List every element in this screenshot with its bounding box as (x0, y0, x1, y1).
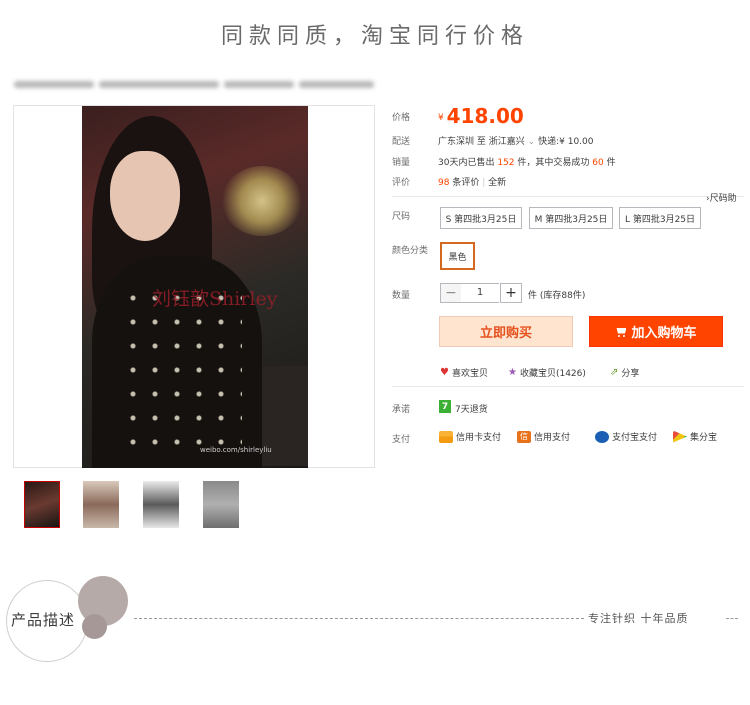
ship-to-sep: 至 (476, 137, 486, 147)
pay-credit-card-label: 信用卡支付 (456, 433, 502, 443)
jifenbao-icon (673, 430, 687, 443)
blurred-product-title (14, 78, 374, 92)
description-divider-end (726, 618, 738, 619)
quantity-decrease-button[interactable]: − (440, 283, 462, 303)
add-to-cart-button[interactable]: 加入购物车 (589, 316, 723, 347)
sales-success: 60 (592, 158, 604, 168)
credit-card-icon (439, 430, 453, 443)
seven-day-return-icon: 7 (439, 400, 451, 413)
buy-now-button[interactable]: 立即购买 (439, 316, 573, 347)
rating-suffix[interactable]: 条评价 (452, 178, 479, 188)
size-guide-link[interactable]: ›尺码助 (706, 191, 737, 204)
thumbnail-1[interactable] (24, 481, 60, 528)
stock-info: 件 (库存88件) (528, 288, 585, 301)
rating-label: 评价 (392, 178, 411, 188)
separator: | (482, 178, 486, 188)
pay-credit-label: 信用支付 (534, 433, 571, 443)
condition: 全新 (488, 178, 507, 188)
share-link[interactable]: ⇗ 分享 (610, 366, 639, 379)
quantity-increase-button[interactable]: + (500, 283, 522, 303)
description-divider (134, 618, 584, 619)
brand-watermark: 刘钰歆Shirley (152, 288, 278, 310)
heart-icon: ♥ (440, 367, 449, 378)
banner-title: 同款同质，淘宝同行价格 (220, 24, 529, 49)
currency-symbol: ¥ (438, 113, 444, 123)
quantity-label: 数量 (392, 291, 411, 301)
shipping-label: 配送 (392, 137, 411, 147)
pay-jifenbao-label: 集分宝 (690, 433, 718, 443)
sales-info: 30天内已售出 152 件，其中交易成功 60 件 (438, 155, 616, 168)
star-icon: ★ (508, 367, 517, 378)
decor-ball-small (82, 614, 107, 639)
thumbnail-2[interactable] (83, 481, 119, 528)
description-slogan: 专注针织 十年品质 (588, 612, 689, 625)
share-label: 分享 (621, 369, 640, 379)
size-option-s[interactable]: S 第四批3月25日 (440, 207, 522, 229)
description-title: 产品描述 (11, 611, 76, 629)
favorite-label: 收藏宝贝(1426) (519, 369, 586, 379)
like-label: 喜欢宝贝 (451, 369, 488, 379)
sales-suffix: 件 (606, 158, 616, 168)
price: ¥ 418.00 (438, 104, 524, 128)
main-image-frame: 刘钰歆Shirley weibo.com/shirleyliu (13, 105, 375, 468)
cart-icon (615, 327, 627, 337)
photo-face (110, 151, 180, 241)
add-to-cart-label: 加入购物车 (631, 326, 697, 341)
thumbnail-strip (24, 481, 254, 529)
quantity-input[interactable]: 1 (461, 283, 499, 303)
size-label: 尺码 (392, 212, 411, 222)
shipping-info: 广东深圳 至 浙江嘉兴 ⌄ 快递:¥ 10.00 (438, 134, 593, 147)
photo-pattern (122, 286, 242, 456)
chevron-down-icon[interactable]: ⌄ (528, 137, 536, 147)
thumbnail-3[interactable] (143, 481, 179, 528)
promise-text[interactable]: 7天退货 (455, 402, 488, 415)
color-option-black[interactable]: 黑色 (440, 242, 475, 270)
stock-count: (库存88件) (539, 291, 586, 301)
divider (392, 386, 744, 387)
size-option-m[interactable]: M 第四批3月25日 (529, 207, 613, 229)
sales-label: 销量 (392, 158, 411, 168)
product-photo[interactable]: 刘钰歆Shirley weibo.com/shirleyliu (82, 106, 308, 468)
quantity-unit: 件 (528, 291, 538, 301)
alipay-icon (595, 430, 609, 443)
price-label: 价格 (392, 113, 411, 123)
pay-alipay-label: 支付宝支付 (612, 433, 658, 443)
thumbnail-4[interactable] (203, 481, 239, 528)
weibo-watermark: weibo.com/shirleyliu (200, 446, 272, 454)
credit-pay-icon: 信 (517, 430, 531, 443)
favorite-link[interactable]: ★ 收藏宝贝(1426) (508, 366, 586, 379)
ship-to-select[interactable]: 浙江嘉兴 (489, 137, 525, 147)
pay-alipay[interactable]: 支付宝支付 (595, 430, 657, 443)
size-option-l[interactable]: L 第四批3月25日 (619, 207, 701, 229)
pay-jifenbao[interactable]: 集分宝 (673, 430, 717, 443)
divider (392, 196, 744, 197)
ship-from: 广东深圳 (438, 137, 475, 147)
promise-label: 承诺 (392, 405, 411, 415)
size-guide-text: 尺码助 (709, 194, 737, 204)
price-value: 418.00 (446, 104, 524, 128)
share-icon: ⇗ (610, 367, 619, 378)
sales-mid: 件，其中交易成功 (517, 158, 590, 168)
rating-info: 98 条评价 | 全新 (438, 175, 506, 188)
rating-count[interactable]: 98 (438, 178, 449, 188)
sales-prefix: 30天内已售出 (438, 158, 495, 168)
ship-fee: 快递:¥ 10.00 (538, 137, 594, 147)
pay-credit-card[interactable]: 信用卡支付 (439, 430, 501, 443)
photo-light (222, 166, 302, 236)
payment-label: 支付 (392, 435, 411, 445)
pay-credit[interactable]: 信 信用支付 (517, 430, 570, 443)
color-label: 颜色分类 (392, 246, 429, 256)
like-link[interactable]: ♥ 喜欢宝贝 (440, 366, 488, 379)
sales-count: 152 (497, 158, 515, 168)
